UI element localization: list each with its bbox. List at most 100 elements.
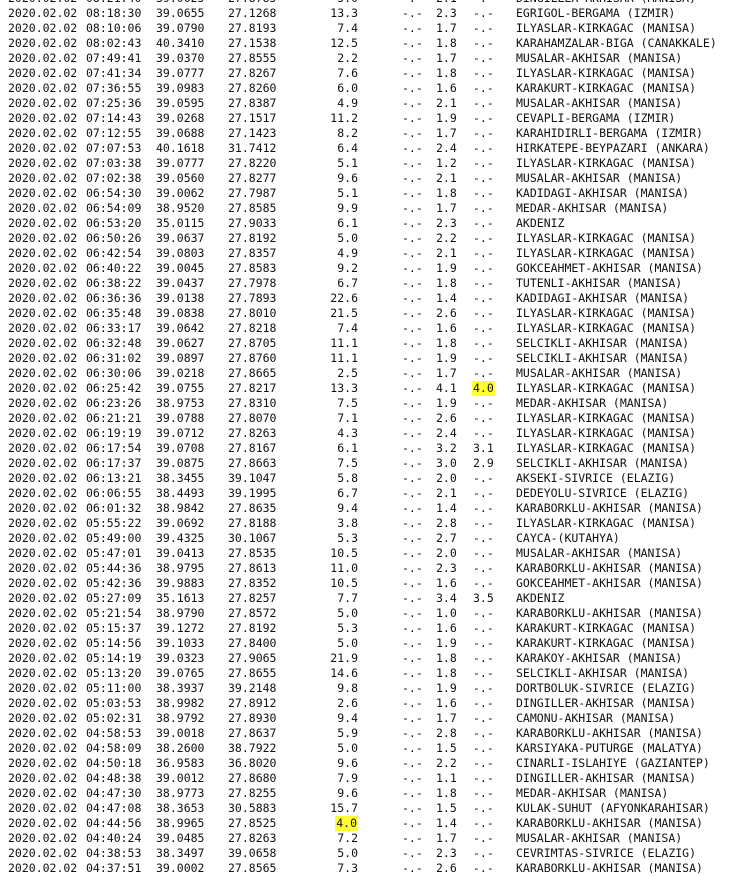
latitude-cell: 38.9790 xyxy=(156,606,205,620)
md-magnitude-cell: -.- xyxy=(402,456,423,470)
longitude-cell: 27.8217 xyxy=(228,381,277,395)
depth-cell: 21.9 xyxy=(330,651,358,665)
date-cell: 2020.02.02 xyxy=(8,306,78,320)
mw-magnitude-cell: -.- xyxy=(473,51,494,65)
latitude-cell: 39.0897 xyxy=(156,351,205,365)
depth-cell: 5.0 xyxy=(337,231,358,245)
date-cell: 2020.02.02 xyxy=(8,741,78,755)
location-cell: KARAKOY-AKHISAR (MANISA) xyxy=(516,651,683,665)
latitude-cell: 39.0485 xyxy=(156,831,205,845)
mw-magnitude-cell: -.- xyxy=(473,666,494,680)
longitude-cell: 27.1517 xyxy=(228,111,277,125)
md-magnitude-cell: -.- xyxy=(402,336,423,350)
md-magnitude-cell: -.- xyxy=(402,771,423,785)
time-cell: 08:18:30 xyxy=(86,6,142,20)
mw-magnitude-cell: 4.0 xyxy=(472,381,495,396)
location-cell: MUSALAR-AKHISAR (MANISA) xyxy=(516,171,683,185)
mw-magnitude-cell: -.- xyxy=(473,141,494,155)
latitude-cell: 39.1033 xyxy=(156,636,205,650)
table-row: 2020.02.02 05:02:31 38.9792 27.8930 9.4 -.- 1.… xyxy=(0,711,736,726)
time-cell: 06:32:48 xyxy=(86,336,142,350)
time-cell: 07:02:38 xyxy=(86,171,142,185)
longitude-cell: 39.2148 xyxy=(228,681,277,695)
location-cell: DINGILLER-AKHISAR (MANISA) xyxy=(516,771,697,785)
ml-magnitude-cell: 1.8 xyxy=(436,786,457,800)
latitude-cell: 39.0437 xyxy=(156,276,205,290)
longitude-cell: 27.9065 xyxy=(228,651,277,665)
latitude-cell: 39.0983 xyxy=(156,81,205,95)
time-cell: 04:48:38 xyxy=(86,771,142,785)
table-row: 2020.02.02 08:02:43 40.3410 27.1538 12.5 -.- 1… xyxy=(0,36,736,51)
longitude-cell: 27.1423 xyxy=(228,126,277,140)
mw-magnitude-cell: -.- xyxy=(473,816,494,830)
ml-magnitude-cell: 1.7 xyxy=(436,126,457,140)
md-magnitude-cell: -.- xyxy=(402,441,423,455)
mw-magnitude-cell: -.- xyxy=(473,651,494,665)
longitude-cell: 30.5883 xyxy=(228,801,277,815)
location-cell: TUTENLI-AKHISAR (MANISA) xyxy=(516,276,683,290)
mw-magnitude-cell: -.- xyxy=(473,726,494,740)
location-cell: SELCIKLI-AKHISAR (MANISA) xyxy=(516,666,690,680)
longitude-cell: 27.8912 xyxy=(228,696,277,710)
time-cell: 06:50:26 xyxy=(86,231,142,245)
time-cell: 06:33:17 xyxy=(86,321,142,335)
location-cell: SELCIKLI-AKHISAR (MANISA) xyxy=(516,336,690,350)
time-cell: 05:21:54 xyxy=(86,606,142,620)
date-cell: 2020.02.02 xyxy=(8,681,78,695)
date-cell: 2020.02.02 xyxy=(8,696,78,710)
ml-magnitude-cell: 2.3 xyxy=(436,216,457,230)
table-row: 2020.02.02 07:49:41 39.0370 27.8555 2.2 -.- 1.… xyxy=(0,51,736,66)
table-row: 2020.02.02 06:25:42 39.0755 27.8217 13.3 -.- 4… xyxy=(0,381,736,396)
latitude-cell: 38.4493 xyxy=(156,486,205,500)
time-cell: 05:44:36 xyxy=(86,561,142,575)
latitude-cell: 38.2600 xyxy=(156,741,205,755)
md-magnitude-cell: -.- xyxy=(402,846,423,860)
time-cell: 05:47:01 xyxy=(86,546,142,560)
mw-magnitude-cell: -.- xyxy=(473,831,494,845)
mw-magnitude-cell: -.- xyxy=(473,561,494,575)
md-magnitude-cell: -.- xyxy=(402,171,423,185)
latitude-cell: 39.0692 xyxy=(156,516,205,530)
table-row: 2020.02.02 06:21:21 39.0788 27.8070 7.1 -.- 2.… xyxy=(0,411,736,426)
location-cell: KARAKURT-KIRKAGAC (MANISA) xyxy=(516,636,697,650)
latitude-cell: 39.0765 xyxy=(156,666,205,680)
depth-cell: 7.7 xyxy=(337,591,358,605)
depth-cell: 5.0 xyxy=(337,606,358,620)
location-cell: KARAKURT-KIRKAGAC (MANISA) xyxy=(516,81,697,95)
ml-magnitude-cell: 4.1 xyxy=(436,381,457,395)
md-magnitude-cell: -.- xyxy=(402,411,423,425)
table-row: 2020.02.02 07:07:53 40.1618 31.7412 6.4 -.- 2.… xyxy=(0,141,736,156)
longitude-cell: 27.8635 xyxy=(228,501,277,515)
mw-magnitude-cell: -.- xyxy=(473,126,494,140)
latitude-cell: 39.0838 xyxy=(156,306,205,320)
time-cell: 06:53:20 xyxy=(86,216,142,230)
table-row: 2020.02.02 06:54:30 39.0062 27.7987 5.1 -.- 1.… xyxy=(0,186,736,201)
longitude-cell: 27.9033 xyxy=(228,216,277,230)
time-cell: 08:10:06 xyxy=(86,21,142,35)
latitude-cell: 40.1618 xyxy=(156,141,205,155)
ml-magnitude-cell: 1.7 xyxy=(436,711,457,725)
md-magnitude-cell: -.- xyxy=(402,696,423,710)
time-cell: 06:54:09 xyxy=(86,201,142,215)
ml-magnitude-cell: 1.4 xyxy=(436,501,457,515)
time-cell: 06:30:06 xyxy=(86,366,142,380)
table-row: 2020.02.02 07:25:36 39.0595 27.8387 4.9 -.- 2.… xyxy=(0,96,736,111)
table-row: 2020.02.02 05:03:53 38.9982 27.8912 2.6 -.- 1.… xyxy=(0,696,736,711)
longitude-cell: 27.7893 xyxy=(228,291,277,305)
latitude-cell: 38.9753 xyxy=(156,396,205,410)
location-cell: KARABORKLU-AKHISAR (MANISA) xyxy=(516,816,703,830)
md-magnitude-cell: -.- xyxy=(402,36,423,50)
mw-magnitude-cell: -.- xyxy=(473,741,494,755)
latitude-cell: 38.9795 xyxy=(156,561,205,575)
table-row: 2020.02.02 06:33:17 39.0642 27.8218 7.4 -.- 1.… xyxy=(0,321,736,336)
ml-magnitude-cell: 2.6 xyxy=(436,861,457,875)
time-cell: 04:47:30 xyxy=(86,786,142,800)
table-row: 2020.02.02 06:06:55 38.4493 39.1995 6.7 -.- 2.… xyxy=(0,486,736,501)
ml-magnitude-cell: 2.6 xyxy=(436,306,457,320)
table-row: 2020.02.02 04:48:38 39.0012 27.8680 7.9 -.- 1.… xyxy=(0,771,736,786)
depth-cell: 6.4 xyxy=(337,141,358,155)
mw-magnitude-cell: -.- xyxy=(473,531,494,545)
location-cell: AKSEKI-SIVRICE (ELAZIG) xyxy=(516,471,676,485)
mw-magnitude-cell: -.- xyxy=(473,681,494,695)
depth-cell: 5.1 xyxy=(337,156,358,170)
